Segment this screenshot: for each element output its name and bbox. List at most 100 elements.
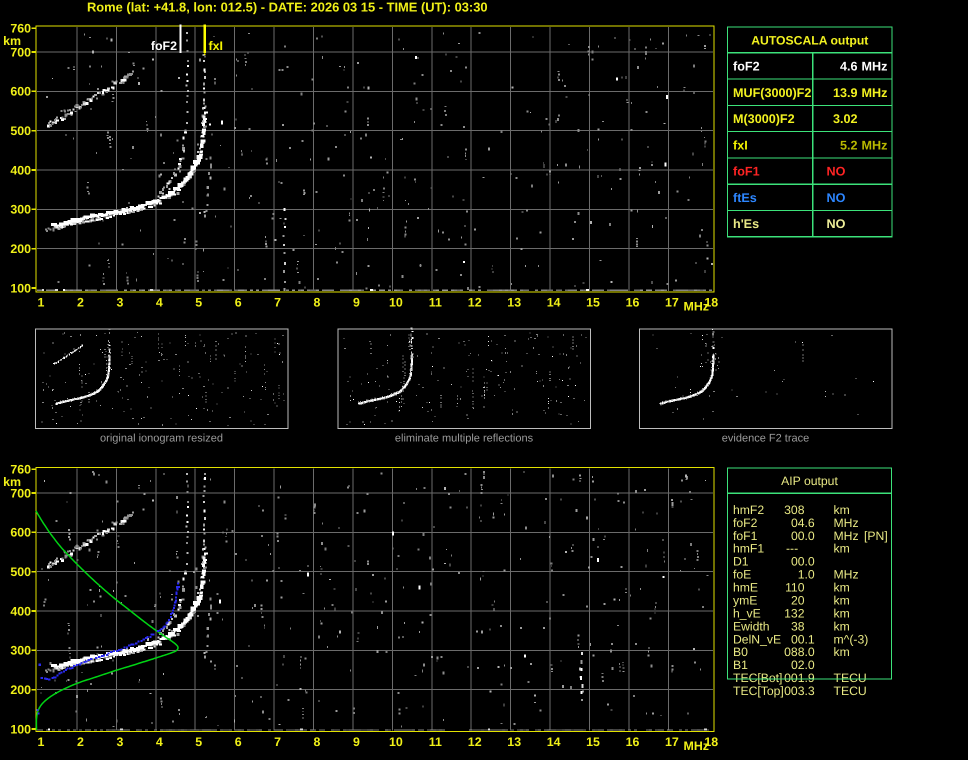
svg-text:600: 600 [10,526,31,540]
svg-text:12: 12 [468,296,482,310]
svg-text:16: 16 [626,735,640,749]
svg-text:600: 600 [10,85,31,99]
svg-text:9: 9 [353,735,360,749]
svg-text:km: km [834,542,850,556]
svg-text:km: km [834,645,850,659]
svg-text:500: 500 [10,124,31,138]
svg-text:MHz: MHz [684,739,709,753]
svg-text:foF1: foF1 [733,529,758,543]
svg-text:.0: .0 [805,529,815,543]
svg-text:NO: NO [827,217,846,231]
svg-text:eliminate multiple reflections: eliminate multiple reflections [395,433,534,445]
svg-text:400: 400 [10,604,31,618]
svg-text:ftEs: ftEs [733,191,757,205]
svg-text:9: 9 [353,296,360,310]
svg-text:14: 14 [547,735,561,749]
svg-text:.0: .0 [805,568,815,582]
svg-text:NO: NO [827,165,846,179]
svg-text:MHz: MHz [684,300,709,314]
svg-text:10: 10 [389,296,403,310]
svg-text:MHz: MHz [862,138,888,152]
svg-text:6: 6 [235,735,242,749]
svg-text:4: 4 [156,735,163,749]
svg-text:5: 5 [195,735,202,749]
svg-text:AIP output: AIP output [781,474,838,488]
svg-text:13: 13 [507,735,521,749]
svg-text:.3: .3 [805,684,815,698]
svg-text:MHz: MHz [862,60,888,74]
svg-text:Ewidth: Ewidth [733,619,770,633]
svg-text:B1: B1 [733,658,748,672]
svg-text:7: 7 [274,296,281,310]
svg-text:AUTOSCALA output: AUTOSCALA output [751,34,868,48]
svg-text:km: km [834,606,850,620]
svg-text:00: 00 [791,632,805,646]
svg-text:fxI: fxI [209,39,223,53]
svg-text:TECU: TECU [834,671,867,685]
svg-text:foF2: foF2 [733,516,758,530]
svg-text:---: --- [786,542,798,556]
svg-text:500: 500 [10,565,31,579]
svg-text:MHz: MHz [834,516,859,530]
svg-text:km: km [834,594,850,608]
svg-text:MHz: MHz [834,568,859,582]
svg-text:088: 088 [784,645,805,659]
svg-text:1: 1 [38,296,45,310]
svg-text:5: 5 [195,296,202,310]
svg-text:7: 7 [274,735,281,749]
svg-text:00: 00 [791,529,805,543]
svg-text:2: 2 [77,735,84,749]
svg-text:TEC[Top]: TEC[Top] [733,684,784,698]
svg-text:17: 17 [665,735,679,749]
svg-text:hmF1: hmF1 [733,542,764,556]
svg-text:300: 300 [10,644,31,658]
svg-text:m^(-3): m^(-3) [834,632,869,646]
svg-text:foF1: foF1 [733,165,760,179]
svg-text:00: 00 [791,555,805,569]
svg-text:M(3000)F2: M(3000)F2 [733,112,795,126]
svg-text:6: 6 [235,296,242,310]
svg-text:fxI: fxI [733,138,748,152]
svg-text:.0: .0 [805,658,815,672]
svg-text:.0: .0 [805,645,815,659]
svg-text:km: km [834,581,850,595]
svg-text:20: 20 [791,594,805,608]
svg-text:5.2: 5.2 [840,138,858,152]
svg-text:hmE: hmE [733,581,758,595]
svg-text:3: 3 [116,296,123,310]
svg-text:foE: foE [733,568,751,582]
svg-text:110: 110 [785,581,805,595]
svg-text:11: 11 [429,296,442,310]
svg-text:original ionogram resized: original ionogram resized [100,433,223,445]
svg-text:3: 3 [116,735,123,749]
svg-text:8: 8 [314,296,321,310]
svg-text:04: 04 [791,516,805,530]
svg-text:3.02: 3.02 [833,112,858,126]
svg-text:308: 308 [784,503,805,517]
svg-text:17: 17 [665,296,679,310]
svg-text:13.9: 13.9 [833,86,858,100]
svg-text:MHz: MHz [834,529,859,543]
svg-text:.9: .9 [805,671,815,685]
svg-text:14: 14 [547,296,561,310]
svg-text:100: 100 [10,722,31,736]
svg-text:TEC[Bot]: TEC[Bot] [733,671,782,685]
svg-text:8: 8 [314,735,321,749]
svg-text:700: 700 [10,45,31,59]
svg-text:700: 700 [10,486,31,500]
svg-text:.0: .0 [805,555,815,569]
svg-text:km: km [834,503,850,517]
svg-text:300: 300 [10,203,31,217]
svg-text:MUF(3000)F2: MUF(3000)F2 [733,86,811,100]
svg-text:4.6: 4.6 [840,60,858,74]
svg-text:400: 400 [10,163,31,177]
svg-text:.6: .6 [805,516,815,530]
svg-text:200: 200 [10,242,31,256]
svg-text:003: 003 [784,684,805,698]
svg-text:02: 02 [791,658,805,672]
svg-text:15: 15 [586,296,600,310]
svg-text:[PN]: [PN] [864,529,888,543]
svg-text:2: 2 [77,296,84,310]
svg-text:Rome (lat: +41.8, lon: 012.5): Rome (lat: +41.8, lon: 012.5) - DATE: 20… [87,0,488,15]
svg-text:MHz: MHz [862,86,888,100]
